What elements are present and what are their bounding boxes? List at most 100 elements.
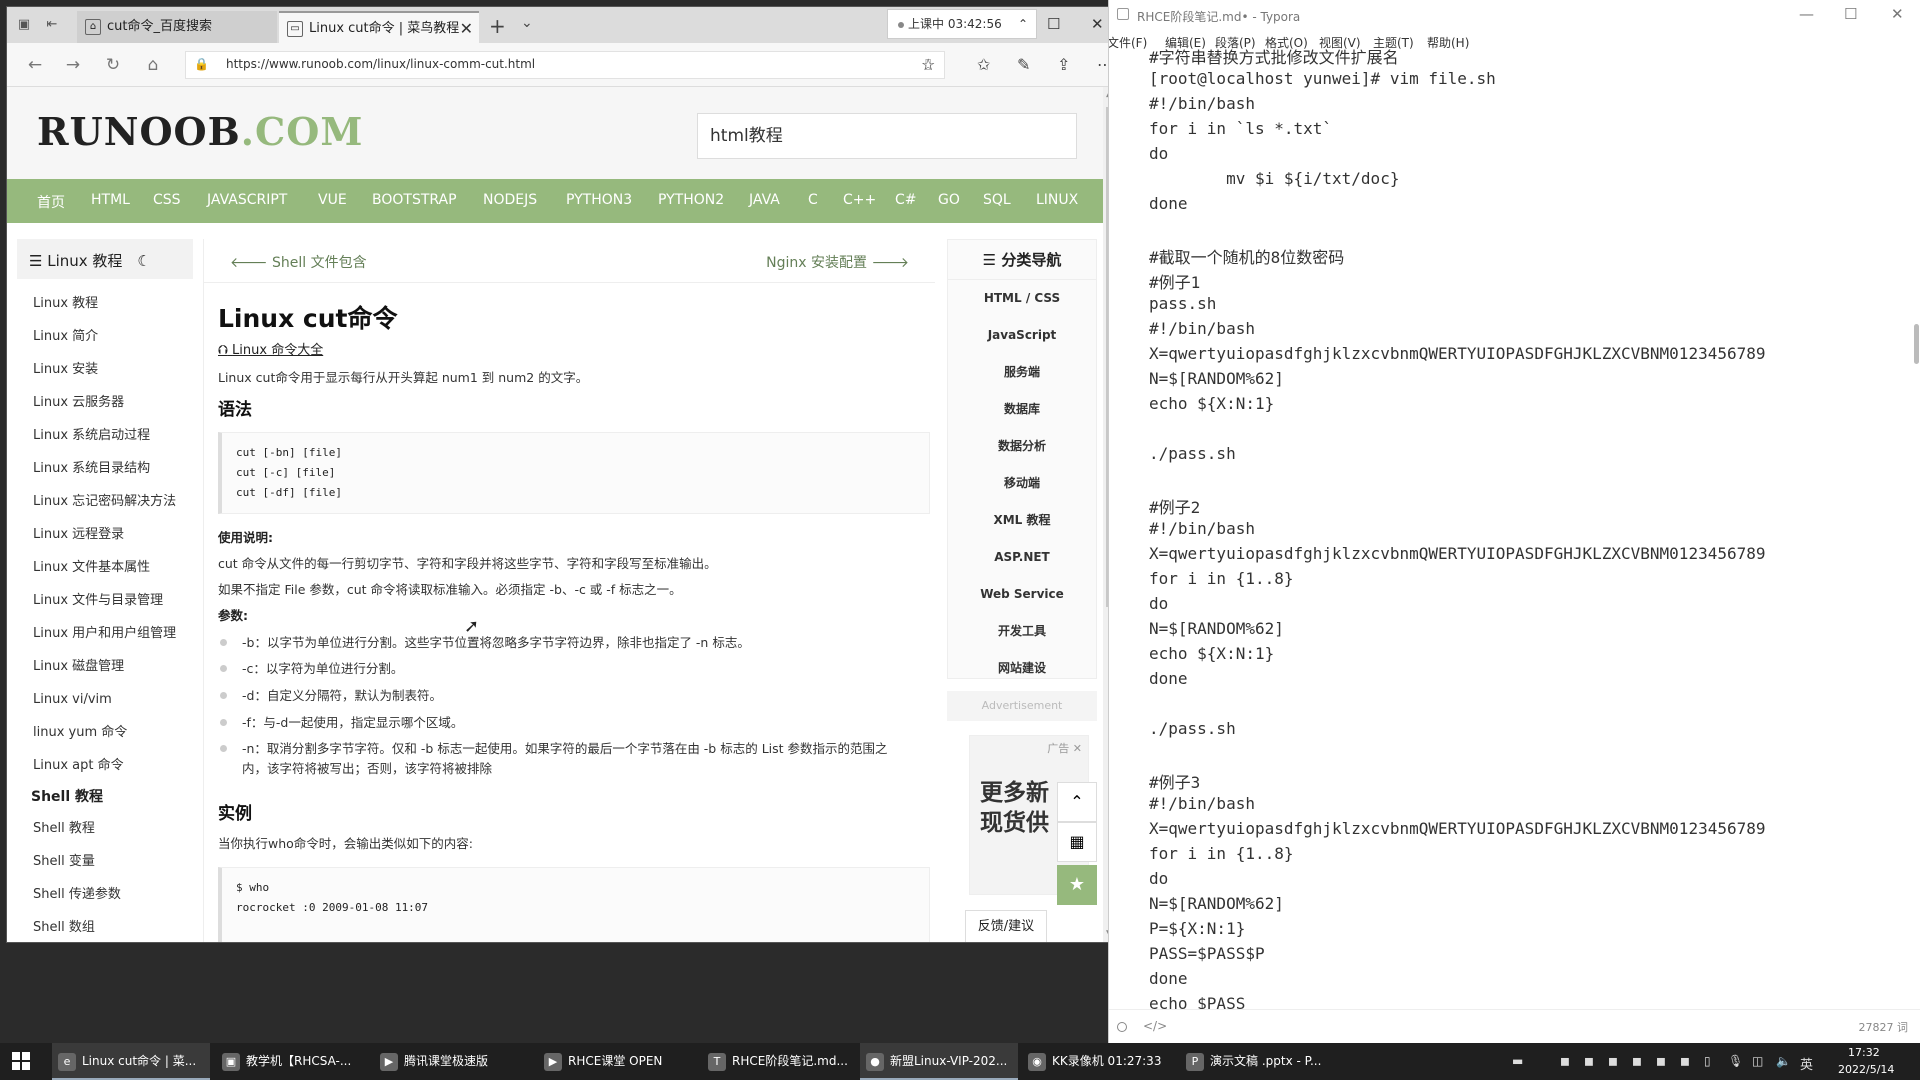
prev-link[interactable]: 🡐 Shell 文件包含 <box>230 252 367 272</box>
sidebar-item[interactable]: Linux 用户和用户组管理 <box>17 617 193 650</box>
close-icon[interactable]: ✕ <box>1091 15 1104 33</box>
nav-item[interactable]: VUE <box>318 192 347 208</box>
editor-line[interactable]: X=qwertyuiopasdfghjklzxcvbnmQWERTYUIOPAS… <box>1149 344 1766 363</box>
next-link[interactable]: Nginx 安装配置 🡒 <box>766 252 909 272</box>
forward-icon[interactable]: → <box>63 55 83 75</box>
editor-line[interactable]: do <box>1149 869 1168 888</box>
notification-icon[interactable]: ▬ <box>1512 1054 1523 1068</box>
category-item[interactable]: HTML / CSS <box>948 280 1096 317</box>
nav-item[interactable]: JAVASCRIPT <box>207 192 287 208</box>
site-logo[interactable]: RUNOOB.COM <box>37 109 363 154</box>
clock-time[interactable]: 17:32 <box>1848 1046 1880 1059</box>
sidebar-item[interactable]: Linux 远程登录 <box>17 518 193 551</box>
taskbar-item-pptx[interactable]: P 演示文稿 .pptx - P... <box>1180 1043 1340 1080</box>
nav-item[interactable]: CSS <box>153 192 181 208</box>
clock-date[interactable]: 2022/5/14 <box>1838 1063 1894 1076</box>
editor-line[interactable]: done <box>1149 669 1188 688</box>
tab-baidu[interactable]: ⌂ cut命令_百度搜索 <box>77 11 277 43</box>
editor-line[interactable]: #例子3 <box>1149 769 1200 793</box>
sidebar-item[interactable]: Linux 系统目录结构 <box>17 452 193 485</box>
tray-app-icon[interactable]: ◼ <box>1560 1054 1570 1068</box>
set-aside-tabs-icon[interactable]: ⇤ <box>43 16 61 34</box>
sidebar-item[interactable]: Linux 安装 <box>17 353 193 386</box>
editor-line[interactable]: N=$[RANDOM%62] <box>1149 369 1284 388</box>
editor-line[interactable]: for i in {1..8} <box>1149 844 1294 863</box>
word-count[interactable]: 27827 词 <box>1859 1019 1909 1035</box>
minimize-icon[interactable]: — <box>1799 5 1814 23</box>
category-item[interactable]: JavaScript <box>948 317 1096 354</box>
tray-app-icon[interactable]: ◼ <box>1656 1054 1666 1068</box>
nav-item[interactable]: 首页 <box>37 192 65 212</box>
editor-line[interactable]: #例子1 <box>1149 269 1200 293</box>
editor-line[interactable]: #例子2 <box>1149 494 1200 518</box>
editor-line[interactable]: done <box>1149 969 1188 988</box>
tab-groups-icon[interactable]: ▣ <box>15 16 33 34</box>
editor-line[interactable]: #截取一个随机的8位数密码 <box>1149 244 1344 268</box>
sidebar-item[interactable]: Linux vi/vim <box>17 683 193 716</box>
editor-line[interactable]: echo ${X:N:1} <box>1149 644 1274 663</box>
editor-scrollbar[interactable] <box>1912 54 1920 1009</box>
battery-icon[interactable]: ▯ <box>1704 1054 1711 1068</box>
editor-line[interactable]: X=qwertyuiopasdfghjklzxcvbnmQWERTYUIOPAS… <box>1149 819 1766 838</box>
category-item[interactable]: 网站建设 <box>948 650 1096 687</box>
network-icon[interactable]: ◫ <box>1752 1054 1763 1068</box>
star-icon[interactable]: ★ <box>1057 865 1097 905</box>
notes-pen-icon[interactable]: ✎ <box>1017 55 1030 74</box>
close-icon[interactable]: ✕ <box>1073 742 1082 755</box>
scrollbar-thumb[interactable] <box>1914 324 1919 364</box>
maximize-icon[interactable]: ☐ <box>1844 5 1857 23</box>
editor-line[interactable]: echo $PASS <box>1149 994 1245 1009</box>
nav-item[interactable]: C# <box>895 192 917 208</box>
taskbar-item-linux-vip[interactable]: ● 新盟Linux-VIP-202... <box>860 1043 1018 1080</box>
editor-line[interactable]: N=$[RANDOM%62] <box>1149 894 1284 913</box>
sidebar-item[interactable]: Linux 文件与目录管理 <box>17 584 193 617</box>
editor-line[interactable]: echo ${X:N:1} <box>1149 394 1274 413</box>
editor-line[interactable]: do <box>1149 144 1168 163</box>
tray-app-icon[interactable]: ◼ <box>1608 1054 1618 1068</box>
editor-line[interactable]: pass.sh <box>1149 294 1216 313</box>
qr-code-icon[interactable]: ▦ <box>1057 822 1097 862</box>
sidebar-item[interactable]: Shell 变量 <box>17 845 193 878</box>
sidebar-item[interactable]: Shell 传递参数 <box>17 878 193 911</box>
sidebar-item[interactable]: linux yum 命令 <box>17 716 193 749</box>
category-item[interactable]: Web Service <box>948 576 1096 613</box>
category-item[interactable]: 数据分析 <box>948 428 1096 465</box>
share-icon[interactable]: ⇪ <box>1057 55 1070 74</box>
editor-line[interactable]: do <box>1149 594 1168 613</box>
nav-item[interactable]: BOOTSTRAP <box>372 192 457 208</box>
source-mode-icon[interactable]: </> <box>1143 1019 1167 1033</box>
tray-app-icon[interactable]: ◼ <box>1632 1054 1642 1068</box>
nav-item[interactable]: NODEJS <box>483 192 537 208</box>
restore-icon[interactable]: ☐ <box>1047 15 1060 33</box>
sidebar-item[interactable]: Linux 简介 <box>17 320 193 353</box>
editor-line[interactable]: #字符串替换方式批修改文件扩展名 <box>1149 44 1399 68</box>
nav-item[interactable]: PYTHON3 <box>566 192 632 208</box>
editor-line[interactable]: done <box>1149 194 1188 213</box>
nav-item[interactable]: C <box>808 192 818 208</box>
refresh-icon[interactable]: ↻ <box>103 55 123 75</box>
input-method[interactable]: 英 <box>1800 1054 1813 1073</box>
category-item[interactable]: 服务端 <box>948 354 1096 391</box>
nav-item[interactable]: SQL <box>983 192 1011 208</box>
favorite-star-icon[interactable]: ☆ <box>921 55 935 74</box>
microphone-icon[interactable]: 🎙 <box>1728 1054 1743 1068</box>
taskbar-item-rhce[interactable]: ▶ RHCE课堂 OPEN <box>538 1043 696 1080</box>
editor-line[interactable]: mv $i ${i/txt/doc} <box>1149 169 1399 188</box>
nav-item[interactable]: GO <box>938 192 960 208</box>
taskbar-item-tencent[interactable]: ▶ 腾讯课堂极速版 <box>374 1043 532 1080</box>
sidebar-item[interactable]: Linux 系统启动过程 <box>17 419 193 452</box>
windows-start-icon[interactable] <box>12 1052 30 1070</box>
category-item[interactable]: 移动端 <box>948 465 1096 502</box>
tray-app-icon[interactable]: ◼ <box>1584 1054 1594 1068</box>
back-to-top-icon[interactable]: ⌃ <box>1057 782 1097 822</box>
home-icon[interactable]: ⌂ <box>143 55 163 75</box>
nav-item[interactable]: HTML <box>91 192 130 208</box>
search-input[interactable]: html教程 <box>697 113 1077 159</box>
favorites-bar-icon[interactable]: ✩ <box>977 55 990 74</box>
taskbar-item-kk[interactable]: ◉ KK录像机 01:27:33 <box>1022 1043 1180 1080</box>
editor-line[interactable]: #!/bin/bash <box>1149 519 1255 538</box>
category-item[interactable]: ASP.NET <box>948 539 1096 576</box>
category-item[interactable]: XML 教程 <box>948 502 1096 539</box>
nav-item[interactable]: LINUX <box>1036 192 1078 208</box>
tab-runoob[interactable]: ▭ Linux cut命令 | 菜鸟教程 ✕ <box>279 11 479 43</box>
